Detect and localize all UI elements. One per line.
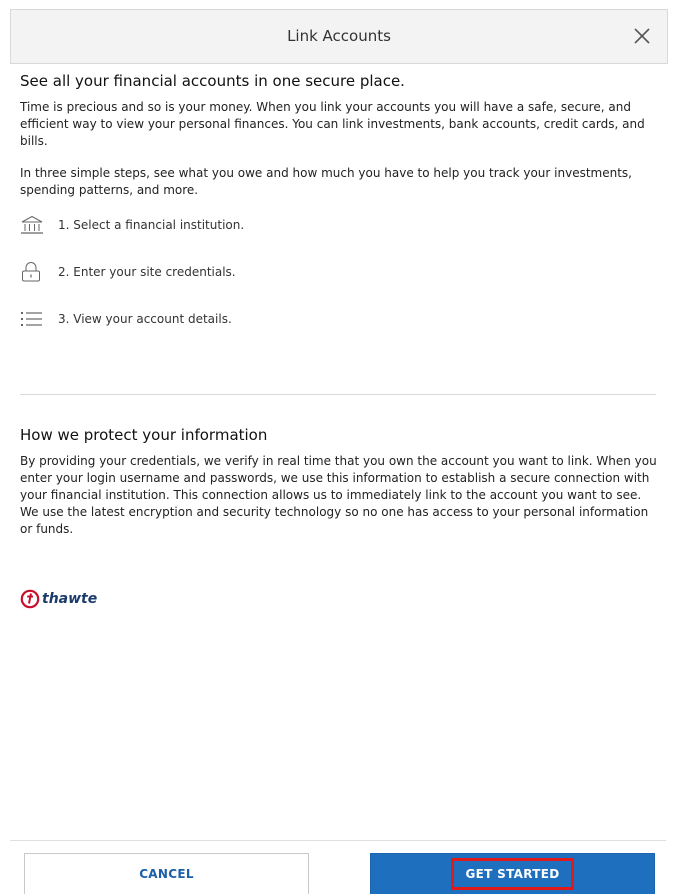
step-item: 2. Enter your site credentials. xyxy=(20,260,658,284)
dialog-header: Link Accounts xyxy=(10,9,668,64)
step-label: 1. Select a financial institution. xyxy=(58,218,245,232)
footer-divider xyxy=(10,840,666,841)
bank-icon xyxy=(20,213,46,237)
thawte-logo: thawte xyxy=(20,589,97,609)
step-label: 3. View your account details. xyxy=(58,312,232,326)
step-label: 2. Enter your site credentials. xyxy=(58,265,236,279)
get-started-button[interactable]: GET STARTED xyxy=(370,853,655,894)
lock-icon xyxy=(20,260,46,284)
intro-heading: See all your financial accounts in one s… xyxy=(20,72,405,90)
step-item: 3. View your account details. xyxy=(20,307,658,331)
get-started-label: GET STARTED xyxy=(450,858,575,890)
intro-paragraph-2: In three simple steps, see what you owe … xyxy=(20,166,632,197)
dialog-title: Link Accounts xyxy=(287,27,391,45)
close-icon xyxy=(634,28,650,44)
section-divider xyxy=(20,394,656,395)
intro-section: See all your financial accounts in one s… xyxy=(20,72,658,331)
steps-list: 1. Select a financial institution. 2. En… xyxy=(20,213,658,331)
list-icon xyxy=(20,307,46,331)
protect-heading: How we protect your information xyxy=(20,426,268,444)
protect-paragraph: By providing your credentials, we verify… xyxy=(20,454,657,536)
protect-section: How we protect your information By provi… xyxy=(20,426,658,538)
thawte-seal-icon xyxy=(20,589,40,609)
thawte-text: thawte xyxy=(42,591,98,607)
cancel-button[interactable]: CANCEL xyxy=(24,853,309,894)
close-button[interactable] xyxy=(631,25,653,47)
intro-paragraph-1: Time is precious and so is your money. W… xyxy=(20,100,645,148)
step-item: 1. Select a financial institution. xyxy=(20,213,658,237)
